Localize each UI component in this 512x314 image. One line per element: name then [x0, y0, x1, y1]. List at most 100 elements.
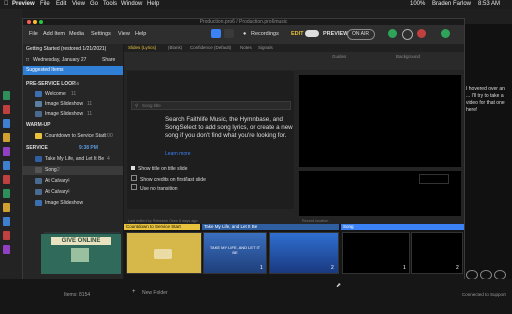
on-air-button[interactable]: ON AIR — [347, 29, 375, 40]
slide-thumb-countdown[interactable] — [126, 232, 202, 274]
item-count: 4 — [107, 156, 110, 162]
slide-number: 1 — [403, 265, 406, 271]
check-icon[interactable] — [388, 29, 397, 38]
connection-status: Connected to Support — [462, 292, 506, 297]
zoom-button[interactable] — [39, 20, 43, 24]
slide-number: 2 — [456, 265, 459, 271]
minimize-button[interactable] — [33, 20, 37, 24]
menu-media[interactable]: Media — [69, 31, 84, 37]
apple-icon[interactable]:  — [4, 0, 9, 9]
menubar-help[interactable]: Help — [147, 0, 159, 9]
clock-icon[interactable] — [402, 29, 413, 40]
editor-tabs: Slides (Lyrics) (Blank) Confidence (Defa… — [124, 44, 464, 52]
thumb-icon — [35, 200, 42, 206]
list-item[interactable]: Image Slideshow — [23, 199, 123, 208]
list-item[interactable]: At Calvary 4 — [23, 188, 123, 197]
search-icon: ⚲ — [135, 103, 139, 108]
menu-settings[interactable]: Settings — [91, 31, 111, 37]
slide-thumb-tmlil-1[interactable]: TAKE MY LIFE, AND LET IT BE 1 — [203, 232, 267, 274]
menu-add-item[interactable]: Add Item — [43, 31, 65, 37]
preview-label[interactable]: PREVIEW — [323, 31, 348, 37]
option-no-transition[interactable]: Use no transition — [131, 184, 178, 192]
checkbox-icon[interactable] — [131, 166, 135, 170]
slide-thumb-tmlil-2[interactable]: 2 — [269, 232, 339, 274]
group-countdown[interactable]: Countdown to Service Start — [126, 224, 181, 229]
section-service[interactable]: SERVICE 9:38 PM — [23, 144, 123, 153]
slide-strip: Countdown to Service Start Take My Life,… — [44, 224, 464, 284]
give-online-label: GIVE ONLINE — [51, 237, 111, 245]
tab-notes[interactable]: Notes — [240, 45, 252, 50]
items-count: Items: 8154 — [64, 292, 91, 298]
group-take-my-life[interactable]: Take My Life, and Let It Be — [204, 224, 257, 229]
tab-blank[interactable]: (Blank) — [168, 45, 182, 50]
background-dropdown[interactable]: Background — [396, 54, 420, 59]
menubar-edit[interactable]: Edit — [56, 0, 66, 9]
menubar-go[interactable]: Go — [90, 0, 98, 9]
item-label: At Calvary — [45, 189, 69, 195]
share-button[interactable]: Share — [102, 56, 115, 65]
item-count: 4 — [67, 189, 70, 195]
checkbox-icon[interactable] — [131, 175, 137, 181]
status-left: Last edited by Rebekah Osen 6 days ago — [128, 219, 198, 223]
menu-help[interactable]: Help — [135, 31, 146, 37]
mac-menubar:  Preview File Edit View Go Tools Window… — [0, 0, 512, 9]
list-item[interactable]: Image Slideshow 11 — [23, 110, 123, 119]
item-label: Welcome — [45, 91, 66, 97]
clear-icon[interactable] — [417, 29, 426, 38]
checkbox-icon[interactable] — [131, 184, 137, 190]
new-folder-button[interactable]: New Folder — [142, 290, 168, 296]
slide-thumb-song-2[interactable]: 2 — [411, 232, 463, 274]
section-label: PRE-SERVICE LOOP — [26, 81, 76, 87]
group-song[interactable]: Song — [343, 224, 354, 229]
close-button[interactable] — [27, 20, 31, 24]
section-warm-up[interactable]: WARM-UP — [23, 121, 123, 130]
menubar-window[interactable]: Window — [121, 0, 142, 9]
menu-file[interactable]: File — [29, 31, 38, 37]
item-label: Countdown to Service Start — [45, 133, 106, 139]
menubar-user[interactable]: Braden Farlow — [432, 0, 471, 9]
menubar-tools[interactable]: Tools — [103, 0, 117, 9]
status-right: Record location — [302, 219, 329, 223]
list-item-selected[interactable]: Song 2 — [23, 166, 123, 175]
list-item[interactable]: Countdown to Service Start 1:00 — [23, 132, 123, 141]
list-item[interactable]: At Calvary 4 — [23, 177, 123, 186]
guides-dropdown[interactable]: Guides — [332, 54, 346, 59]
tab-slides[interactable]: Slides (Lyrics) — [128, 45, 156, 50]
learn-more-link[interactable]: Learn more — [165, 151, 191, 157]
mode-toggle[interactable] — [305, 30, 319, 37]
menubar-battery: 100% — [410, 1, 426, 7]
color-swatch — [3, 91, 10, 100]
chat-message: I hovered over an ... I'll try to take a… — [466, 86, 505, 113]
song-search-input[interactable]: ⚲ Song title — [131, 101, 291, 110]
tab-signals[interactable]: Signals — [258, 45, 273, 50]
menubar-file[interactable]: File — [40, 0, 50, 9]
thumb-icon — [35, 189, 42, 195]
menubar-view[interactable]: View — [72, 0, 85, 9]
slide-thumb-song-1[interactable]: 1 — [342, 232, 410, 274]
option-show-credits[interactable]: Show credits on first/last slide — [131, 175, 206, 183]
color-swatch — [3, 217, 10, 226]
slide-number: 2 — [331, 265, 334, 271]
avatar[interactable] — [441, 29, 450, 38]
color-swatch — [3, 133, 10, 142]
recordings-label[interactable]: Recordings — [251, 31, 279, 37]
record-icon[interactable]: ● — [243, 31, 246, 37]
tab-confidence[interactable]: Confidence (Default) — [190, 45, 231, 50]
blue-toggle-icon[interactable] — [211, 29, 221, 38]
section-pre-service[interactable]: PRE-SERVICE LOOP 15s — [23, 80, 123, 89]
plus-icon[interactable]: + — [132, 289, 136, 295]
background-left-strip — [0, 9, 22, 279]
menu-view[interactable]: View — [118, 31, 130, 37]
grid-toggle-icon[interactable] — [224, 29, 234, 38]
edit-label[interactable]: EDIT — [291, 31, 304, 37]
list-item[interactable]: Take My Life, and Let It Be 4 — [23, 155, 123, 164]
slide-text: TAKE MY LIFE, AND LET IT BE — [209, 245, 261, 255]
slide-thumb-give-online[interactable]: GIVE ONLINE — [41, 234, 121, 274]
menubar-app[interactable]: Preview — [12, 0, 35, 9]
option-show-title[interactable]: Show title on title slide — [131, 166, 187, 172]
suggested-items[interactable]: Suggested Items — [23, 66, 123, 75]
list-item[interactable]: Welcome 11 — [23, 90, 123, 99]
date-selector[interactable]: Wednesday, January 27 — [33, 56, 86, 65]
list-item[interactable]: Image Slideshow 11 — [23, 100, 123, 109]
calendar-icon[interactable]: □ — [26, 56, 29, 65]
